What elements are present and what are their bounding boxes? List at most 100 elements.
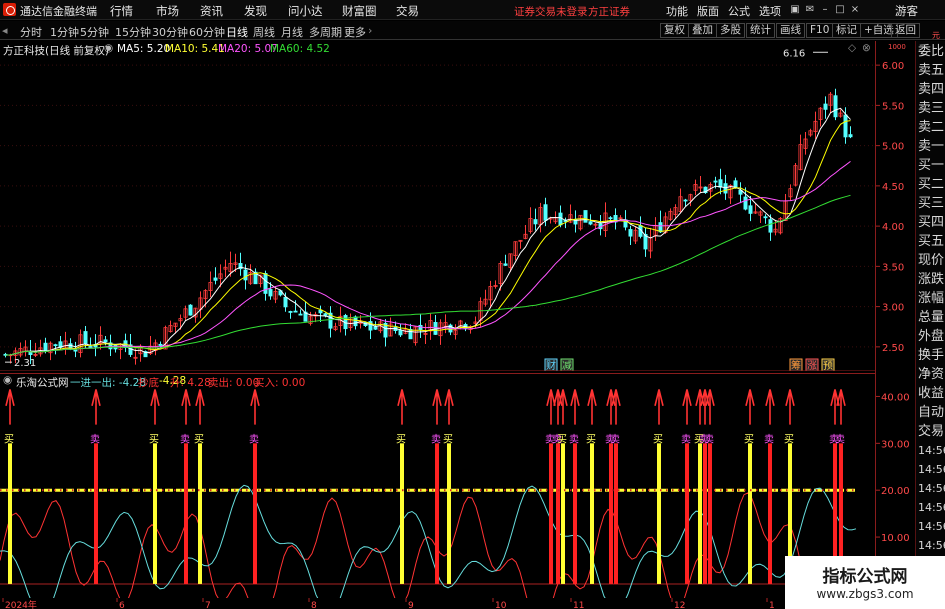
level-20-dot <box>570 489 572 492</box>
indicator-panel[interactable]: 买卖买卖买卖买卖买卖卖买卖买卖卖买卖买卖卖买卖买卖卖 ◉ 乐淘公式网 一进一出:… <box>0 373 875 604</box>
period-fenshi[interactable]: 分时 <box>20 24 42 40</box>
kline-canvas[interactable]: 6.16 2.31 财减 筹涨预 <box>0 41 875 372</box>
side-label-13[interactable]: 涨幅 <box>918 292 944 306</box>
side-label-14[interactable]: 总量 <box>918 311 944 325</box>
legend-toggle-icon[interactable]: ◉ <box>104 42 113 54</box>
menu-gongshi[interactable]: 公式 <box>728 3 750 19</box>
period-daily[interactable]: 日线 <box>226 24 248 40</box>
candle-body <box>88 346 93 348</box>
up-arrow-icon <box>195 389 205 425</box>
tongji-button[interactable]: 统计 <box>746 23 775 38</box>
side-label-19[interactable]: 自动 <box>918 406 944 420</box>
level-20-dot <box>384 489 386 492</box>
menu-banmian[interactable]: 版面 <box>697 3 719 19</box>
side-label-23[interactable]: 14:56 <box>918 482 945 496</box>
menu-gongneng[interactable]: 功能 <box>666 3 688 19</box>
candle-body <box>823 103 828 110</box>
time-tick-label: 1 <box>769 601 775 609</box>
indicator-name[interactable]: 乐淘公式网 <box>16 375 69 390</box>
side-label-6[interactable]: 买一 <box>918 159 944 173</box>
menu-zixun[interactable]: 资讯 <box>200 3 223 19</box>
menu-caifuquan[interactable]: 财富圈 <box>342 3 377 19</box>
skin-icon[interactable]: ▣ <box>788 3 802 16</box>
maximize-icon[interactable]: □ <box>833 3 847 16</box>
sell-signal-label: 卖 <box>90 433 100 445</box>
period-monthly[interactable]: 月线 <box>281 24 303 40</box>
chart-toolbar: ◂ 分时 1分钟 5分钟 15分钟 30分钟 60分钟 日线 周线 月线 多周期… <box>0 21 945 40</box>
price-tick-label: 5.00 <box>882 142 904 153</box>
level-20-dot <box>588 489 590 492</box>
chart-close-icon[interactable]: ⊗ <box>862 42 871 54</box>
guest-label[interactable]: 游客 <box>895 3 918 19</box>
side-label-7[interactable]: 买二 <box>918 178 944 192</box>
menu-wenxiaoda[interactable]: 问小达 <box>288 3 323 19</box>
duogu-button[interactable]: 多股 <box>716 23 745 38</box>
side-label-1[interactable]: 卖五 <box>918 64 944 78</box>
menu-faxian[interactable]: 发现 <box>244 3 267 19</box>
side-label-9[interactable]: 买四 <box>918 216 944 230</box>
close-icon[interactable]: × <box>848 3 862 16</box>
level-20-dot <box>282 489 284 492</box>
indicator-canvas[interactable]: 买卖买卖买卖买卖买卖卖买卖买卖卖买卖买卖卖买卖买卖卖 <box>0 373 875 604</box>
period-30min[interactable]: 30分钟 <box>152 24 188 40</box>
side-label-4[interactable]: 卖二 <box>918 121 944 135</box>
side-label-20[interactable]: 交易 <box>918 425 944 439</box>
f10-button[interactable]: F10 <box>806 23 834 38</box>
side-label-3[interactable]: 卖三 <box>918 102 944 116</box>
period-1min[interactable]: 1分钟 <box>50 24 79 40</box>
side-label-11[interactable]: 现价 <box>918 254 944 268</box>
level-20-dot <box>252 489 254 492</box>
quote-side-panel[interactable]: 委比卖五卖四卖三卖二卖一买一买二买三买四买五现价涨跌涨幅总量外盘换手净资收益自动… <box>915 31 945 609</box>
level-20-dot <box>288 489 290 492</box>
chart-option-icon[interactable]: ◇ <box>848 42 856 54</box>
side-label-24[interactable]: 14:56 <box>918 501 945 515</box>
side-label-17[interactable]: 净资 <box>918 368 944 382</box>
login-warning[interactable]: 证券交易未登录 <box>514 4 588 19</box>
side-label-0[interactable]: 委比 <box>918 45 944 59</box>
side-label-2[interactable]: 卖四 <box>918 83 944 97</box>
side-label-26[interactable]: 14:56 <box>918 539 945 553</box>
side-label-8[interactable]: 买三 <box>918 197 944 211</box>
period-multi[interactable]: 多周期 <box>309 24 342 40</box>
level-20-dot <box>786 489 788 492</box>
side-label-16[interactable]: 换手 <box>918 349 944 363</box>
period-60min[interactable]: 60分钟 <box>189 24 225 40</box>
period-5min[interactable]: 5分钟 <box>80 24 109 40</box>
side-label-18[interactable]: 收益 <box>918 387 944 401</box>
side-label-10[interactable]: 买五 <box>918 235 944 249</box>
period-15min[interactable]: 15分钟 <box>115 24 151 40</box>
side-label-25[interactable]: 14:56 <box>918 520 945 534</box>
menu-jiaoyi[interactable]: 交易 <box>396 3 419 19</box>
buy-signal-label: 买 <box>784 433 794 445</box>
kline-chart[interactable]: 6.16 2.31 财减 筹涨预 方正科技(日线 前复权) ◉ MA5: 5.20 M… <box>0 41 875 372</box>
indicator-tick-label: 20.00 <box>881 486 910 497</box>
side-label-21[interactable]: 14:56 <box>918 444 945 458</box>
period-weekly[interactable]: 周线 <box>253 24 275 40</box>
time-tick-label: 2024年 <box>5 599 37 609</box>
price-tick-label: 3.50 <box>882 262 904 273</box>
back-button[interactable]: 返回 <box>891 23 920 38</box>
more-chevron-icon[interactable]: › <box>368 24 372 37</box>
side-label-22[interactable]: 14:56 <box>918 463 945 477</box>
toolbar-left-arrow-icon[interactable]: ◂ <box>2 24 8 37</box>
message-icon[interactable]: ✉ <box>803 3 817 16</box>
side-label-15[interactable]: 外盘 <box>918 330 944 344</box>
menu-shichang[interactable]: 市场 <box>156 3 179 19</box>
side-label-12[interactable]: 涨跌 <box>918 273 944 287</box>
period-more[interactable]: 更多 <box>344 24 366 40</box>
level-20-dot <box>234 489 236 492</box>
indicator-toggle-icon[interactable]: ◉ <box>3 374 12 386</box>
menu-hangqing[interactable]: 行情 <box>110 3 133 19</box>
biaoji-button[interactable]: 标记 <box>832 23 861 38</box>
menu-xuanxiang[interactable]: 选项 <box>759 3 781 19</box>
huaxian-button[interactable]: 画线 <box>776 23 805 38</box>
level-20-dot <box>150 489 152 492</box>
event-marker-text: 财 <box>546 359 556 371</box>
sell-signal-label: 卖 <box>610 433 620 445</box>
fuquan-button[interactable]: 复权 <box>660 23 689 38</box>
candle-body <box>558 212 563 226</box>
side-label-5[interactable]: 卖一 <box>918 140 944 154</box>
minimize-icon[interactable]: – <box>818 3 832 16</box>
diejia-button[interactable]: 叠加 <box>688 23 717 38</box>
level-20-dot <box>432 489 434 492</box>
